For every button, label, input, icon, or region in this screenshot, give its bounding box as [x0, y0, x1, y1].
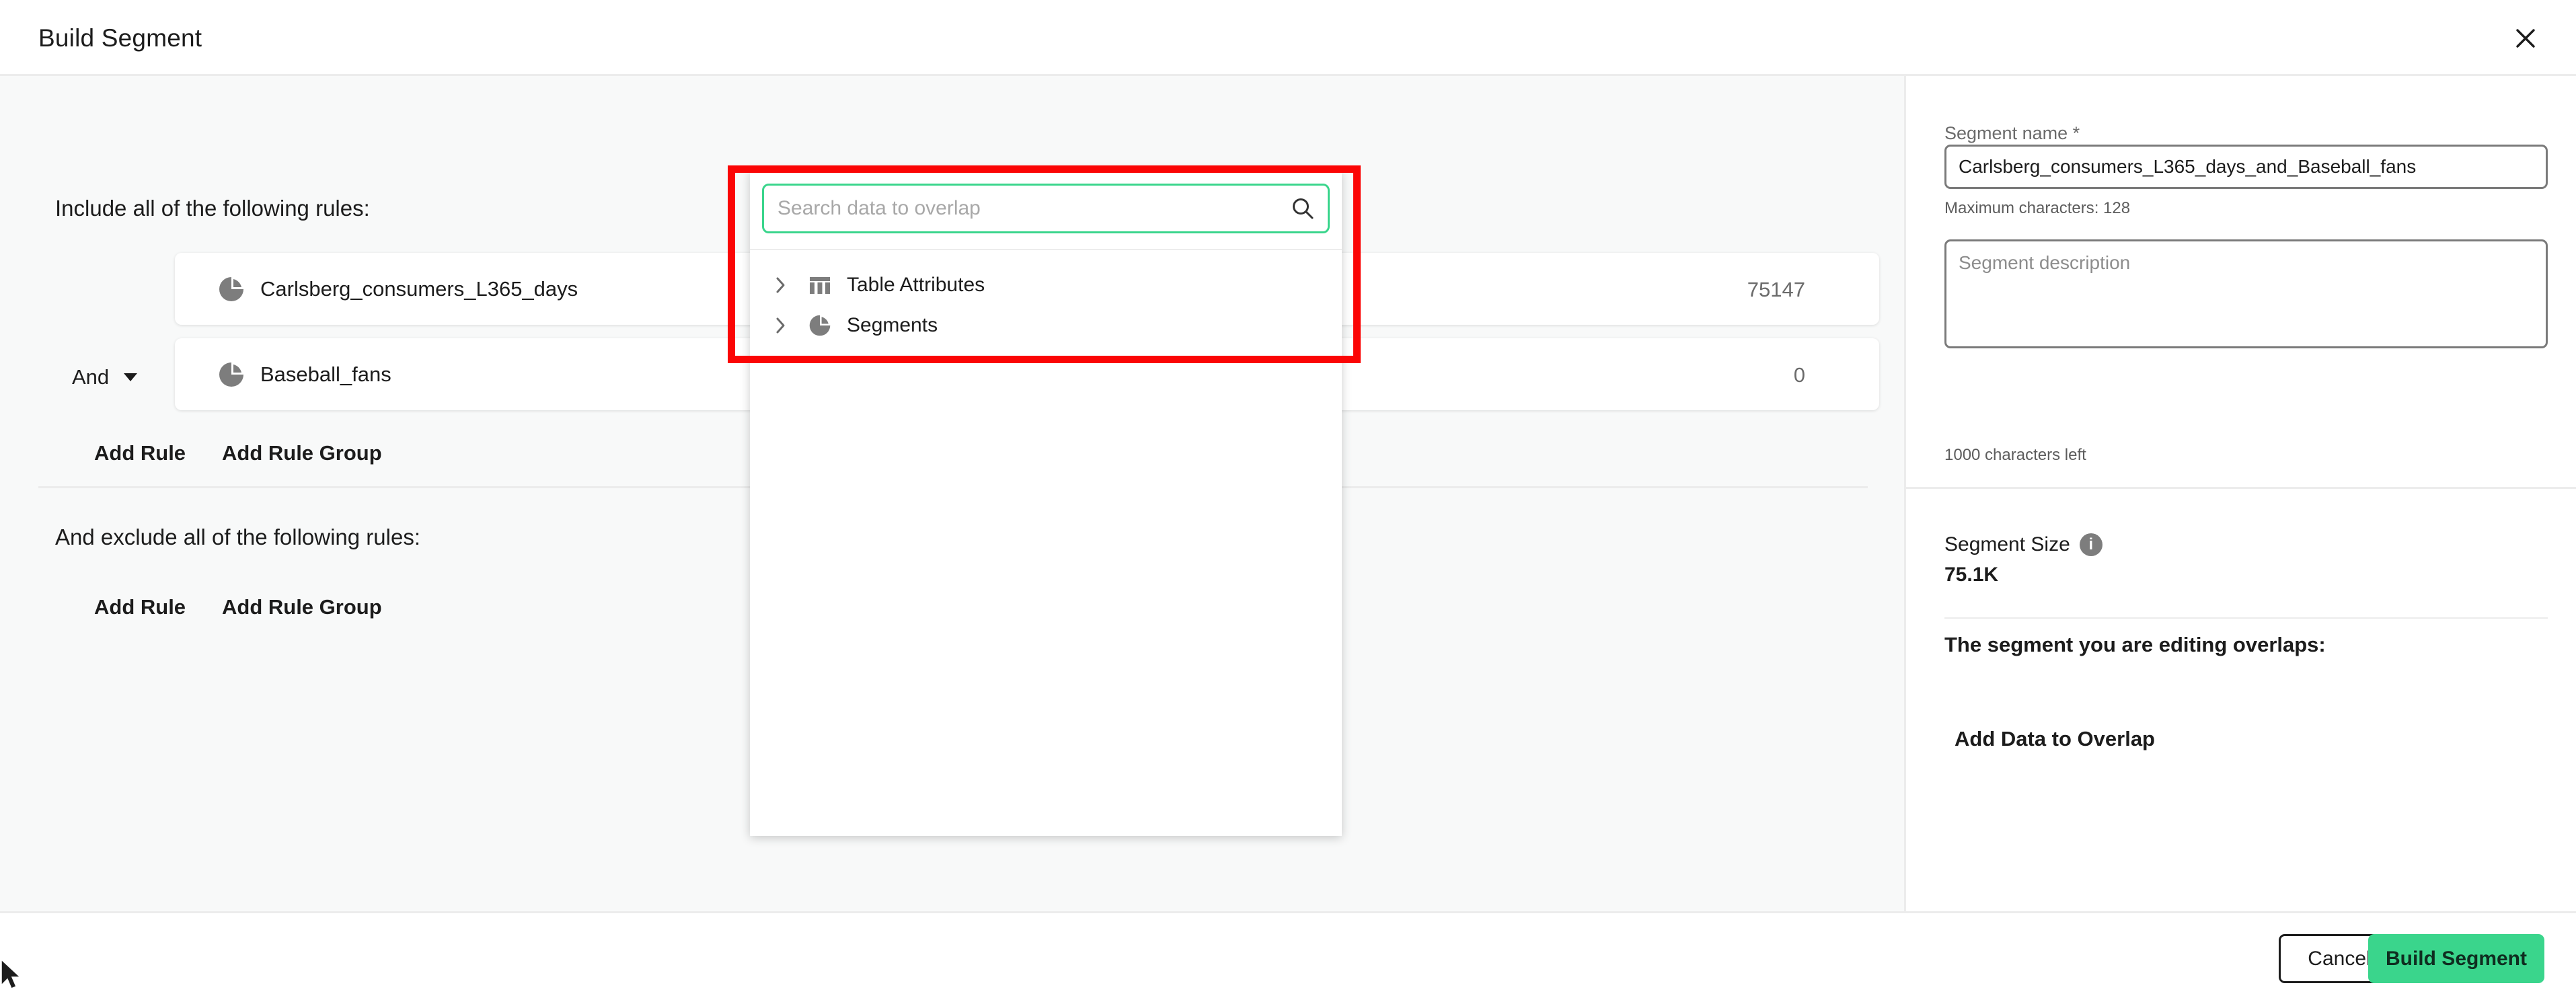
exclude-rules-label: And exclude all of the following rules: — [55, 525, 420, 549]
chevron-down-icon — [124, 373, 138, 381]
tree-item-label: Table Attributes — [847, 273, 985, 296]
add-rule-group-button[interactable]: Add Rule Group — [222, 441, 382, 465]
info-icon[interactable]: i — [2079, 533, 2103, 556]
search-field-wrapper — [762, 184, 1330, 233]
segment-name-label: Segment name * — [1944, 123, 2080, 143]
segment-size-value: 75.1K — [1944, 564, 1999, 586]
table-icon — [808, 273, 832, 297]
search-icon[interactable] — [1291, 196, 1315, 221]
close-icon[interactable] — [2507, 20, 2544, 56]
segment-details-pane: Segment name * Maximum characters: 128 1… — [1904, 76, 2576, 911]
segment-name-hint: Maximum characters: 128 — [1944, 199, 2131, 217]
overlap-heading: The segment you are editing overlaps: — [1944, 633, 2326, 656]
pie-chart-icon — [218, 276, 245, 303]
add-data-to-overlap-button[interactable]: Add Data to Overlap — [1955, 727, 2155, 751]
rule-name: Carlsberg_consumers_L365_days — [260, 277, 578, 301]
panel-divider-2 — [1944, 617, 2548, 619]
rule-operator-select[interactable]: And — [72, 365, 138, 389]
include-rules-label: Include all of the following rules: — [55, 196, 370, 221]
add-rule-button[interactable]: Add Rule — [94, 441, 186, 465]
chevron-right-icon[interactable] — [771, 276, 790, 295]
rule-count: 75147 — [1747, 278, 1805, 301]
overlap-search-dropdown: Table Attributes Segments — [750, 170, 1342, 836]
segment-name-input[interactable] — [1944, 145, 2548, 189]
segment-description-hint: 1000 characters left — [1944, 446, 2086, 464]
panel-divider — [1906, 487, 2576, 489]
build-segment-button[interactable]: Build Segment — [2368, 934, 2544, 983]
rule-count: 0 — [1793, 363, 1805, 387]
search-input[interactable] — [762, 184, 1330, 233]
rule-operator-value: And — [72, 365, 110, 389]
chevron-right-icon[interactable] — [771, 316, 790, 335]
tree-item-segments[interactable]: Segments — [750, 305, 1342, 346]
pie-chart-icon — [808, 313, 832, 338]
page-title: Build Segment — [38, 24, 202, 52]
dropdown-divider — [750, 249, 1342, 250]
segment-description-input[interactable] — [1944, 239, 2548, 348]
modal-body: Include all of the following rules: Carl… — [0, 76, 2576, 911]
segment-size-label: Segment Size — [1944, 533, 2070, 555]
rule-name: Baseball_fans — [260, 362, 391, 386]
segment-size-row: Segment Size i — [1944, 533, 2103, 556]
add-rule-button-exclude[interactable]: Add Rule — [94, 595, 186, 619]
modal-header: Build Segment — [0, 0, 2576, 76]
pie-chart-icon — [218, 361, 245, 388]
add-rule-group-button-exclude[interactable]: Add Rule Group — [222, 595, 382, 619]
modal-footer: Cancel Build Segment — [0, 911, 2576, 1002]
build-segment-modal: Build Segment Include all of the followi… — [0, 0, 2576, 1002]
tree-item-table-attributes[interactable]: Table Attributes — [750, 264, 1342, 305]
tree-item-label: Segments — [847, 313, 938, 336]
